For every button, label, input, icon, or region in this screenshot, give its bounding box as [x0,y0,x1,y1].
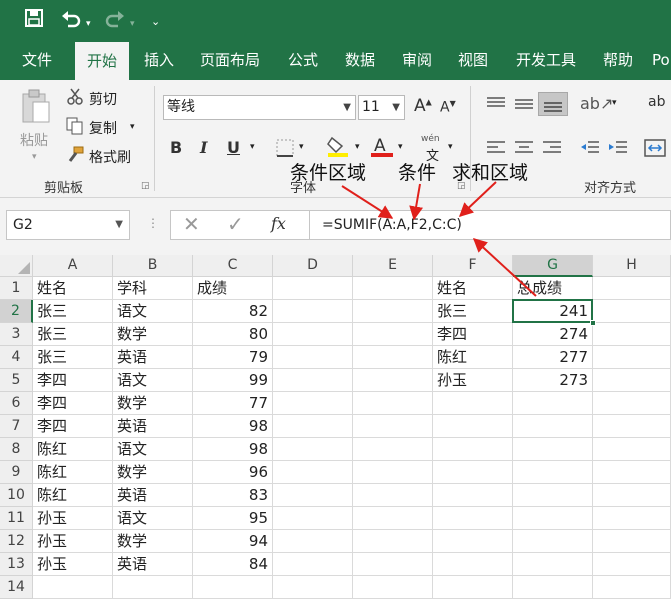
arrow-sum-range [458,181,497,217]
arrow-to-formula [472,238,537,297]
annotation-arrows [341,181,537,297]
arrow-criteria [409,183,424,221]
arrow-criteria-range [341,185,394,219]
